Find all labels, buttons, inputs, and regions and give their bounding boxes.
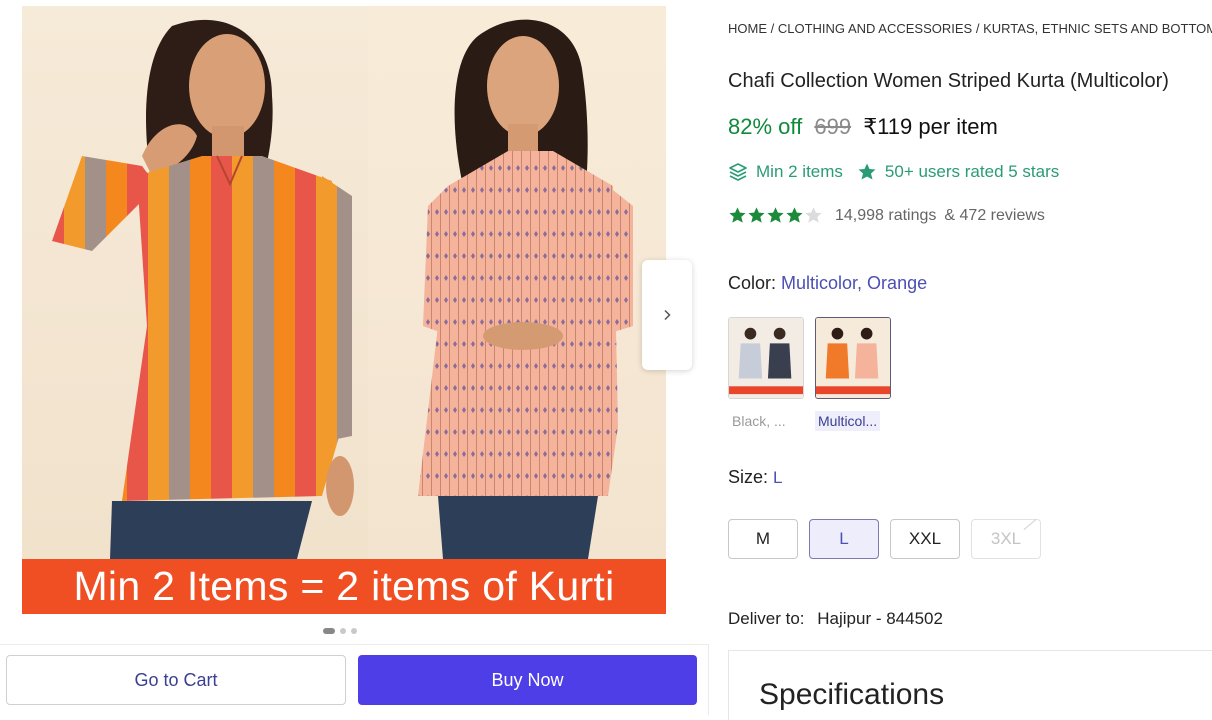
size-option-l[interactable]: L (809, 519, 879, 559)
rated-users-label: 50+ users rated 5 stars (884, 162, 1060, 181)
color-swatch-black[interactable] (728, 317, 804, 399)
deliver-to-label: Deliver to: (728, 609, 805, 628)
size-option-xxl[interactable]: XXL (890, 519, 960, 559)
pagination-dot[interactable] (340, 628, 346, 634)
pagination-dot[interactable] (351, 628, 357, 634)
size-selector-label: Size: L (728, 467, 783, 488)
specifications-title: Specifications (759, 678, 945, 711)
color-selector-label: Color: Multicolor, Orange (728, 273, 927, 294)
product-photo-peach-kurta (368, 6, 666, 559)
buy-now-button[interactable]: Buy Now (358, 655, 697, 705)
color-option-label[interactable]: Black, ... (729, 411, 789, 431)
star-filled-icon (786, 207, 803, 223)
chevron-right-icon (664, 309, 671, 321)
size-option-m[interactable]: M (728, 519, 798, 559)
star-filled-icon (767, 207, 784, 223)
color-label: Color: (728, 273, 777, 293)
delivery-location[interactable]: Deliver to: Hajipur - 844502 (728, 609, 943, 629)
next-image-button[interactable] (642, 260, 692, 370)
color-option-label[interactable]: Multicol... (815, 411, 881, 431)
star-filled-icon (729, 207, 746, 223)
selling-price: ₹119 per item (863, 114, 998, 139)
price-row: 82% off 699 ₹119 per item (728, 114, 998, 140)
layers-icon (729, 163, 747, 181)
product-photo-striped-kurta (22, 6, 368, 559)
swatch-thumbnail-image (729, 318, 803, 398)
divider (708, 644, 709, 715)
star-badge-icon (858, 163, 876, 180)
pagination-dot[interactable] (323, 628, 335, 634)
image-pagination-dots (323, 628, 357, 634)
rating-summary[interactable]: 14,998 ratings & 472 reviews (728, 206, 1045, 225)
color-swatch-multicolor[interactable] (815, 317, 891, 399)
min-items-label: Min 2 items (756, 162, 843, 181)
size-option-3xl: 3XL (971, 519, 1041, 559)
star-empty-icon (805, 207, 822, 223)
breadcrumb: HOME / CLOTHING AND ACCESSORIES / KURTAS… (728, 21, 1212, 36)
divider (0, 644, 708, 645)
breadcrumb-separator: / (975, 21, 980, 36)
selected-color-value: Multicolor, Orange (781, 273, 928, 293)
discount-percent: 82% off (728, 114, 803, 139)
promo-banner: Min 2 Items = 2 items of Kurti (22, 559, 666, 614)
offer-badges: Min 2 items 50+ users rated 5 stars (728, 162, 1059, 182)
size-label: Size: (728, 467, 769, 487)
breadcrumb-home[interactable]: HOME (728, 21, 767, 36)
star-filled-icon (748, 207, 765, 223)
ratings-count: 14,998 ratings (835, 206, 937, 224)
star-rating (728, 206, 823, 225)
product-image-gallery[interactable]: Min 2 Items = 2 items of Kurti (22, 6, 666, 614)
go-to-cart-button[interactable]: Go to Cart (6, 655, 346, 705)
selected-size-value: L (773, 468, 783, 487)
breadcrumb-clothing[interactable]: CLOTHING AND ACCESSORIES (778, 21, 972, 36)
original-price: 699 (814, 114, 852, 139)
breadcrumb-separator: / (770, 21, 775, 36)
breadcrumb-kurtas[interactable]: KURTAS, ETHNIC SETS AND BOTTOMS (983, 21, 1212, 36)
swatch-thumbnail-image (816, 318, 890, 398)
product-title: Chafi Collection Women Striped Kurta (Mu… (728, 70, 1169, 92)
reviews-count: & 472 reviews (944, 206, 1045, 224)
delivery-pincode: Hajipur - 844502 (817, 609, 943, 628)
